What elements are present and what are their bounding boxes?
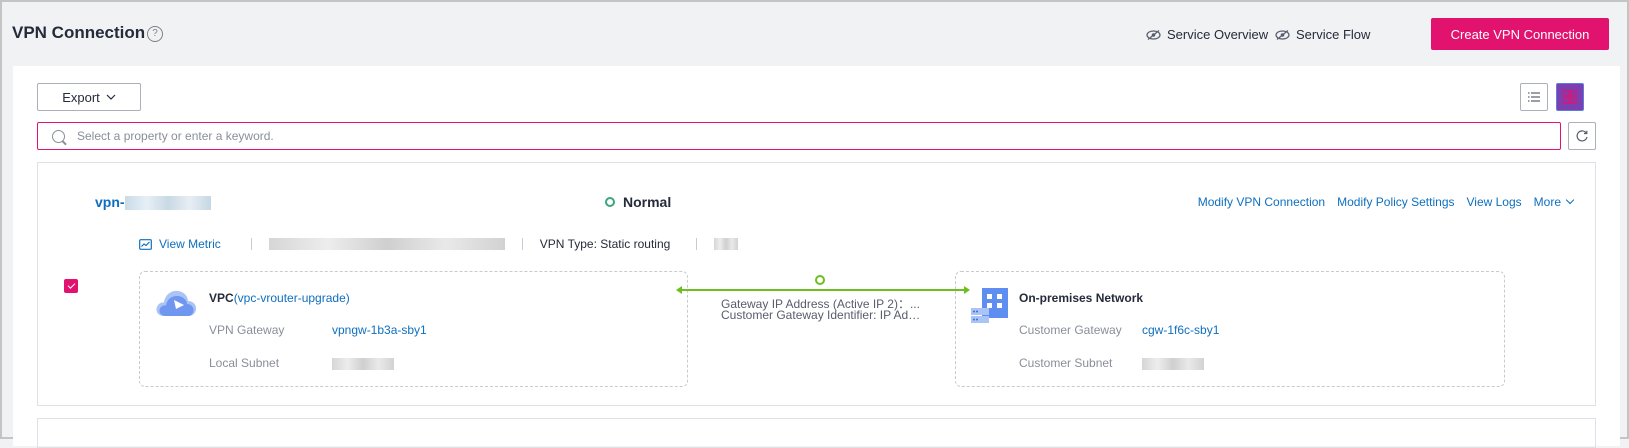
redacted-address (268, 238, 505, 250)
next-connection-card (37, 418, 1596, 448)
on-premises-title: On-premises Network (1019, 291, 1144, 305)
more-label: More (1533, 195, 1561, 209)
status-dot-icon (605, 197, 615, 207)
export-label: Export (62, 89, 100, 105)
refresh-icon (1576, 130, 1588, 142)
on-premises-box: On-premises Network Customer Gateway cgw… (955, 271, 1505, 387)
vpn-type: VPN Type: Static routing (539, 237, 671, 251)
local-subnet-label: Local Subnet (209, 356, 280, 370)
vpc-box: VPC(vpc-vrouter-upgrade) VPN Gateway vpn… (139, 271, 688, 387)
view-metric-link[interactable]: View Metric (139, 237, 221, 251)
eye-icon (1275, 29, 1290, 40)
link-status-icon (815, 275, 825, 285)
arrow-left-icon (676, 286, 682, 294)
view-metric-label: View Metric (159, 237, 221, 251)
local-subnet-value (332, 356, 394, 370)
search-icon (52, 129, 65, 143)
create-vpn-connection-button[interactable]: Create VPN Connection (1431, 18, 1609, 50)
status-text: Normal (623, 194, 672, 210)
refresh-button[interactable] (1568, 122, 1596, 150)
redacted-name (124, 196, 211, 211)
customer-gateway-identifier-text: Customer Gateway Identifier: IP Addr... (721, 308, 923, 322)
modify-vpn-connection-link[interactable]: Modify VPN Connection (1198, 195, 1325, 209)
question-circle-icon[interactable]: ? (147, 26, 163, 42)
vpn-connection-card: vpn- Normal Modify VPN Connection Modify… (37, 162, 1596, 406)
card-view-icon (1563, 90, 1577, 104)
select-checkbox[interactable] (64, 279, 78, 293)
list-view-button[interactable] (1520, 83, 1548, 111)
page-title: VPN Connection (12, 23, 146, 42)
redacted-value (714, 238, 739, 250)
eye-icon (1146, 29, 1161, 40)
search-input[interactable] (75, 128, 1479, 144)
connection-name[interactable]: vpn- (95, 194, 211, 211)
chevron-down-icon (1565, 195, 1575, 205)
card-actions: Modify VPN Connection Modify Policy Sett… (1198, 195, 1575, 209)
more-menu[interactable]: More (1533, 195, 1575, 209)
customer-subnet-value (1142, 356, 1204, 370)
separator (521, 238, 523, 250)
separator (696, 238, 698, 250)
customer-gateway-label: Customer Gateway (1019, 323, 1122, 337)
vpn-gateway-link[interactable]: vpngw-1b3a-sby1 (332, 323, 427, 337)
separator (250, 238, 252, 250)
search-bar (37, 122, 1561, 150)
chart-icon (139, 238, 152, 250)
meta-row: View Metric VPN Type: Static routing (139, 237, 739, 251)
main-panel: Export vpn- (13, 66, 1620, 448)
vpn-gateway-label: VPN Gateway (209, 323, 285, 337)
export-button[interactable]: Export (37, 83, 141, 111)
redacted-subnet (332, 357, 394, 370)
service-flow-label: Service Flow (1296, 27, 1371, 42)
list-view-icon (1528, 92, 1540, 102)
view-logs-link[interactable]: View Logs (1467, 195, 1522, 209)
connection-arrow (678, 289, 968, 291)
page-header: VPN Connection ? Service Overview Servic… (2, 2, 1627, 66)
status-badge: Normal (605, 194, 671, 210)
vpc-title: VPC(vpc-vrouter-upgrade) (209, 291, 350, 305)
vpc-id-link[interactable]: (vpc-vrouter-upgrade) (234, 291, 350, 305)
card-view-button[interactable] (1556, 83, 1584, 111)
customer-gateway-link[interactable]: cgw-1f6c-sby1 (1142, 323, 1219, 337)
modify-policy-settings-link[interactable]: Modify Policy Settings (1337, 195, 1454, 209)
building-icon (971, 288, 1008, 323)
connection-name-prefix: vpn- (95, 194, 125, 210)
chevron-down-icon (106, 94, 116, 100)
service-flow-link[interactable]: Service Flow (1275, 27, 1370, 42)
redacted-subnet (1142, 357, 1204, 370)
customer-subnet-label: Customer Subnet (1019, 356, 1113, 370)
service-overview-label: Service Overview (1167, 27, 1269, 42)
vpc-label: VPC (209, 291, 234, 305)
cloud-icon (156, 290, 197, 316)
service-overview-link[interactable]: Service Overview (1146, 27, 1268, 42)
